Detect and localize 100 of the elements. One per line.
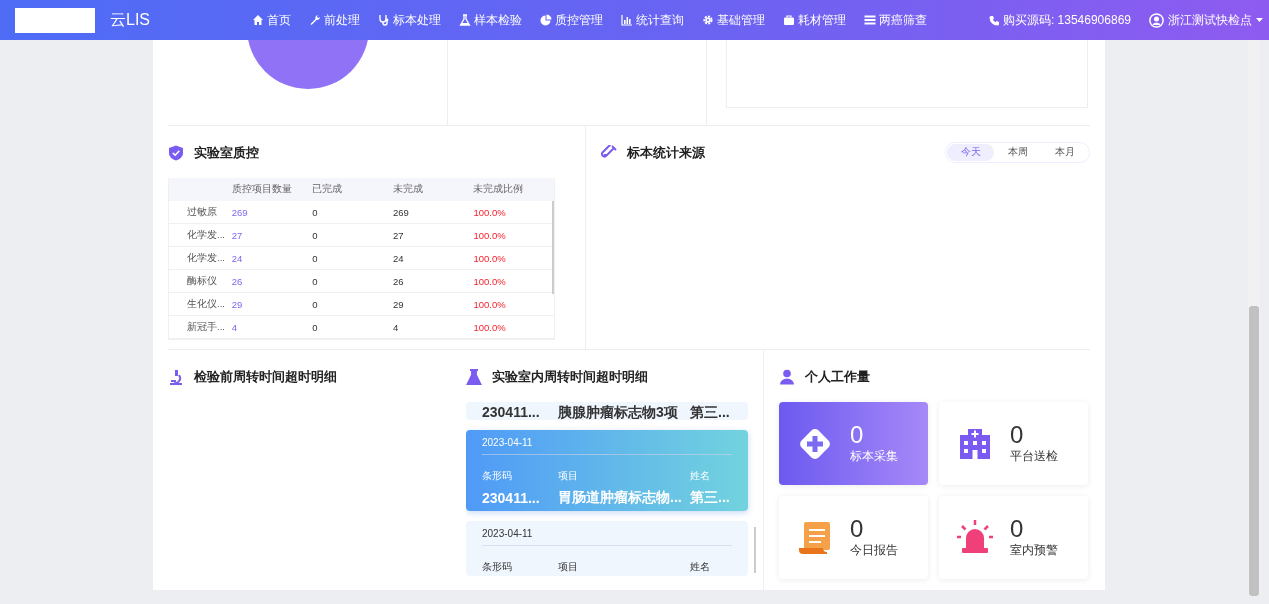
pie-chart-icon xyxy=(540,14,552,26)
scrollbar[interactable] xyxy=(754,527,756,573)
field-value: 胰腺肿瘤标志物3项 xyxy=(558,405,679,420)
table-cell-text: 0 xyxy=(312,252,319,264)
list-icon xyxy=(864,14,876,26)
range-tab[interactable]: 今天 xyxy=(947,143,994,161)
section-title: 个人工作量 xyxy=(805,368,870,386)
table-cell-text: 29 xyxy=(392,298,405,310)
record-date: 2023-04-11 xyxy=(482,527,534,541)
table-cell-text: 4 xyxy=(392,321,400,333)
table-cell-text: 26 xyxy=(392,275,405,287)
column-header: 质控项目数量 xyxy=(231,183,293,196)
nav-item[interactable]: 基础管理 xyxy=(693,11,774,29)
app-title: 云LIS xyxy=(110,9,151,30)
tile-label: 今日报告 xyxy=(850,542,898,559)
table-cell-text: 酶标仪 xyxy=(186,274,218,288)
nav-item[interactable]: 耗材管理 xyxy=(774,11,855,29)
workload-tile[interactable]: 0 今日报告 xyxy=(779,496,928,579)
table-cell-text: 100.0% xyxy=(473,298,507,310)
record-card[interactable]: 2023-04-11 条形码 项目 姓名 xyxy=(466,521,748,576)
shield-check-icon xyxy=(168,145,184,161)
table-cell[interactable]: 26 xyxy=(231,275,313,287)
field-label: 项目 xyxy=(558,560,579,574)
nav-item[interactable]: 首页 xyxy=(243,11,300,29)
record-card[interactable]: 230411... 胰腺肿瘤标志物3项 第三... xyxy=(466,402,748,420)
table-cell-text: 100.0% xyxy=(473,321,507,333)
column-header: 已完成 xyxy=(312,183,344,196)
tile-label: 室内预警 xyxy=(1010,542,1058,559)
nav-item[interactable]: 前处理 xyxy=(300,11,369,29)
table-cell-text: 新冠手... xyxy=(186,320,226,334)
table-cell-text: 100.0% xyxy=(473,229,507,241)
count-value: 0 xyxy=(1010,516,1025,542)
field-value: 230411... xyxy=(482,490,541,506)
column-header: 未完成 xyxy=(392,183,424,196)
count-value: 0 xyxy=(850,516,865,542)
home-icon xyxy=(252,14,264,26)
caret-icon xyxy=(1256,18,1263,22)
field-label: 姓名 xyxy=(690,560,710,574)
field-label: 条形码 xyxy=(482,560,513,574)
nav-item[interactable]: 两癌筛查 xyxy=(855,11,936,29)
user-menu[interactable]: 浙江测试快检点 xyxy=(1149,11,1263,29)
table-cell[interactable]: 269 xyxy=(231,206,313,218)
briefcase-icon xyxy=(783,14,795,26)
field-value: 230411... xyxy=(482,405,541,420)
flask-icon xyxy=(459,14,471,26)
nav-item[interactable]: 统计查询 xyxy=(612,11,693,29)
table-cell[interactable]: 24 xyxy=(231,252,313,264)
phone-icon xyxy=(988,14,1000,26)
field-value: 第三... xyxy=(690,405,730,420)
table-cell-text: 269 xyxy=(392,206,410,218)
flask-icon xyxy=(466,369,482,385)
section-title: 实验室质控 xyxy=(194,144,259,162)
count-value: 0 xyxy=(850,422,865,448)
record-card[interactable]: 2023-04-11 条形码 项目 姓名 230411... 胃肠道肿瘤标志物... 第三... xyxy=(466,430,748,511)
nav-item[interactable]: 标本处理 xyxy=(369,11,450,29)
table-cell-text: 0 xyxy=(312,321,319,333)
tile-label: 标本采集 xyxy=(850,448,898,465)
settings-icon xyxy=(702,14,714,26)
field-value: 胃肠道肿瘤标志物... xyxy=(558,489,683,507)
record-date: 2023-04-11 xyxy=(482,436,534,450)
bar-chart-icon xyxy=(621,14,633,26)
table-cell-text: 27 xyxy=(392,229,405,241)
workload-tile[interactable]: 0 标本采集 xyxy=(779,402,928,485)
range-tab[interactable]: 本周 xyxy=(994,143,1041,161)
tile-label: 平台送检 xyxy=(1010,448,1058,465)
logo[interactable] xyxy=(15,7,95,33)
table-cell-text: 0 xyxy=(312,298,319,310)
table-cell-text: 0 xyxy=(312,275,319,287)
field-label: 项目 xyxy=(558,469,579,483)
nav-item[interactable]: 质控管理 xyxy=(531,11,612,29)
table-cell[interactable]: 29 xyxy=(231,298,313,310)
purchase-link[interactable]: 购买源码: 13546906869 xyxy=(988,11,1131,29)
table-cell-text: 化学发... xyxy=(186,228,226,242)
scrollbar[interactable] xyxy=(1248,40,1260,596)
section-title: 标本统计来源 xyxy=(627,144,705,162)
table-cell[interactable]: 27 xyxy=(231,229,313,241)
table-cell-text: 0 xyxy=(312,229,319,241)
table-cell-text: 0 xyxy=(312,206,319,218)
table-cell-text: 生化仪... xyxy=(186,297,226,311)
field-value: 第三... xyxy=(690,489,730,507)
column-header: 未完成比例 xyxy=(473,183,525,196)
field-label: 条形码 xyxy=(482,469,513,483)
microscope-icon xyxy=(168,369,184,385)
wrench-icon xyxy=(309,14,321,26)
table-cell[interactable]: 4 xyxy=(231,321,313,333)
workload-tile[interactable]: 0 室内预警 xyxy=(939,496,1088,579)
table-cell-text: 化学发... xyxy=(186,251,226,265)
section-title: 实验室内周转时间超时明细 xyxy=(492,368,648,386)
count-value: 0 xyxy=(1010,422,1025,448)
table-cell-text: 24 xyxy=(392,252,405,264)
table-cell-text: 过敏原 xyxy=(186,205,218,219)
range-tab[interactable]: 本月 xyxy=(1041,143,1088,161)
person-icon xyxy=(779,369,795,385)
stethoscope-icon xyxy=(378,14,390,26)
table-cell-text: 100.0% xyxy=(473,275,507,287)
nav-item[interactable]: 样本检验 xyxy=(450,11,531,29)
table-cell-text: 100.0% xyxy=(473,252,507,264)
section-title: 检验前周转时间超时明细 xyxy=(194,368,337,386)
workload-tile[interactable]: 0 平台送检 xyxy=(939,402,1088,485)
user-avatar-icon xyxy=(1149,12,1164,28)
